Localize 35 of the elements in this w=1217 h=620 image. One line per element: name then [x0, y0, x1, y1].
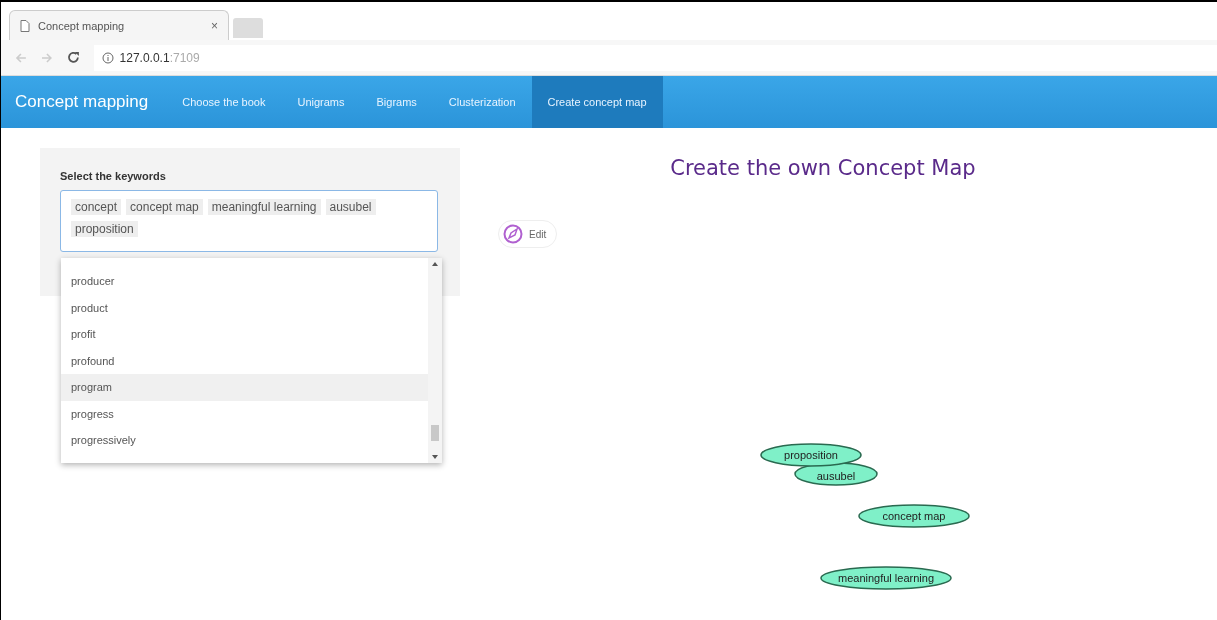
dropdown-option[interactable]: progressively: [61, 427, 428, 454]
keyword-select-field[interactable]: concept concept map meaningful learning ausubel proposition: [60, 190, 438, 252]
keyword-tag[interactable]: meaningful learning: [207, 199, 321, 215]
info-icon: [101, 51, 114, 64]
tab-title: Concept mapping: [38, 19, 126, 32]
dropdown-option[interactable]: program: [61, 374, 428, 401]
close-icon[interactable]: ×: [211, 18, 218, 33]
dropdown-option[interactable]: progress: [61, 400, 428, 427]
back-icon[interactable]: [15, 51, 27, 64]
scroll-thumb[interactable]: [431, 425, 439, 441]
keyword-tag[interactable]: ausubel: [325, 199, 376, 215]
keyword-tag[interactable]: concept map: [126, 199, 203, 215]
reload-icon[interactable]: [66, 51, 80, 64]
scrollbar[interactable]: [428, 258, 442, 463]
nav-item[interactable]: Create concept map: [531, 76, 663, 128]
dropdown-option[interactable]: producer: [61, 268, 428, 295]
concept-node: concept map: [858, 504, 970, 528]
edit-button[interactable]: Edit: [498, 220, 558, 248]
address-field[interactable]: 127.0.0.1:7109: [93, 44, 1217, 71]
concept-node: meaningful learning: [820, 566, 952, 590]
new-tab-button[interactable]: [233, 18, 263, 38]
forward-icon[interactable]: [40, 51, 53, 64]
scroll-up-icon[interactable]: [432, 262, 438, 266]
dropdown-option[interactable]: profit: [61, 321, 428, 348]
map-title: Create the own Concept Map: [670, 156, 976, 180]
keyword-tag[interactable]: proposition: [71, 221, 138, 237]
dropdown-option[interactable]: profound: [61, 347, 428, 374]
field-label: Select the keywords: [60, 170, 167, 182]
url-text: 127.0.0.1:7109: [119, 50, 200, 65]
concept-node: proposition: [760, 443, 862, 467]
keyword-tag[interactable]: concept: [71, 199, 122, 215]
page-icon: [20, 19, 30, 32]
dropdown-option[interactable]: product: [61, 294, 428, 321]
browser-tab[interactable]: Concept mapping ×: [9, 10, 229, 40]
scroll-down-icon[interactable]: [432, 455, 438, 459]
